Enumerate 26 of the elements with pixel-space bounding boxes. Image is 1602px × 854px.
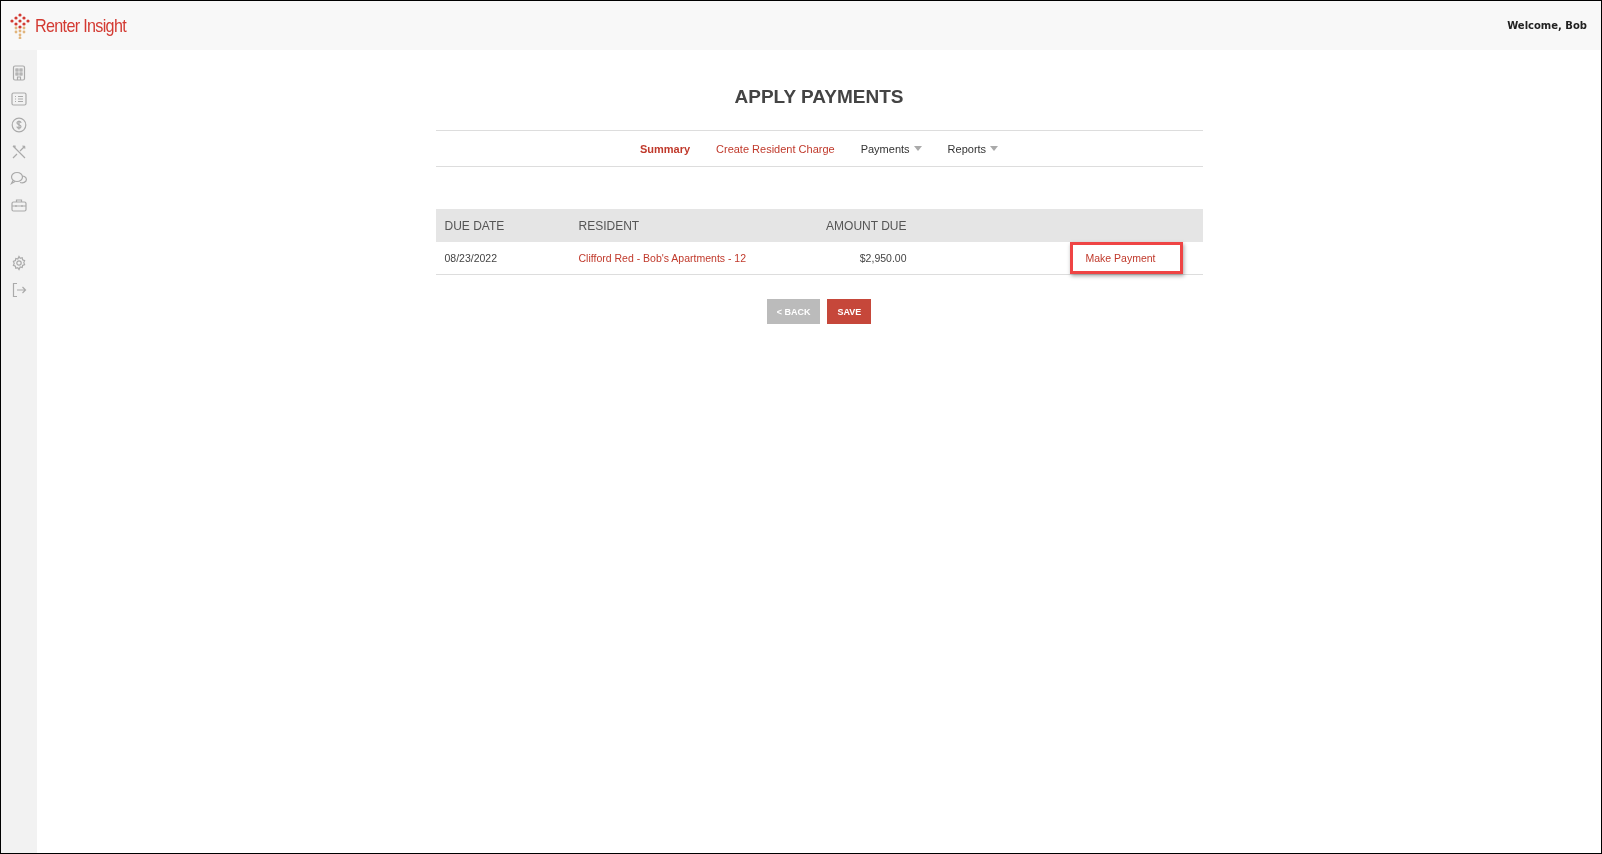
building-icon[interactable]: [12, 65, 26, 81]
welcome-text: Welcome, Bob: [1507, 20, 1587, 31]
column-header: DUE DATE: [435, 209, 570, 242]
settings-icon[interactable]: [11, 255, 27, 271]
table-cell: $2,950.00: [787, 242, 916, 275]
caret-icon: [913, 146, 922, 151]
diamond-dots-logo-icon: [9, 12, 31, 39]
list-icon[interactable]: [11, 92, 27, 106]
tools-icon[interactable]: [11, 144, 27, 160]
dropdown-tab[interactable]: Payments: [860, 142, 922, 155]
dropdown-tab[interactable]: Reports: [947, 142, 999, 155]
dollar-icon[interactable]: [11, 117, 27, 133]
column-header: AMOUNT DUE: [787, 209, 916, 242]
save-button[interactable]: SAVE: [827, 299, 872, 324]
brand-name: Renter Insight: [35, 14, 127, 37]
briefcase-icon[interactable]: [11, 198, 27, 212]
logout-icon[interactable]: [11, 282, 27, 298]
page-title: APPLY PAYMENTS: [733, 86, 905, 108]
column-header: RESIDENT: [569, 209, 788, 242]
resident-link[interactable]: Clifford Red - Bob's Apartments - 12: [578, 252, 747, 264]
caret-icon: [990, 146, 999, 151]
nav-tab[interactable]: Create Resident Charge: [716, 142, 835, 155]
table-cell: 08/23/2022: [435, 242, 570, 275]
nav-tab[interactable]: Summary: [639, 142, 691, 155]
make-payment-link[interactable]: Make Payment: [1070, 242, 1183, 274]
chat-icon[interactable]: [10, 171, 28, 187]
